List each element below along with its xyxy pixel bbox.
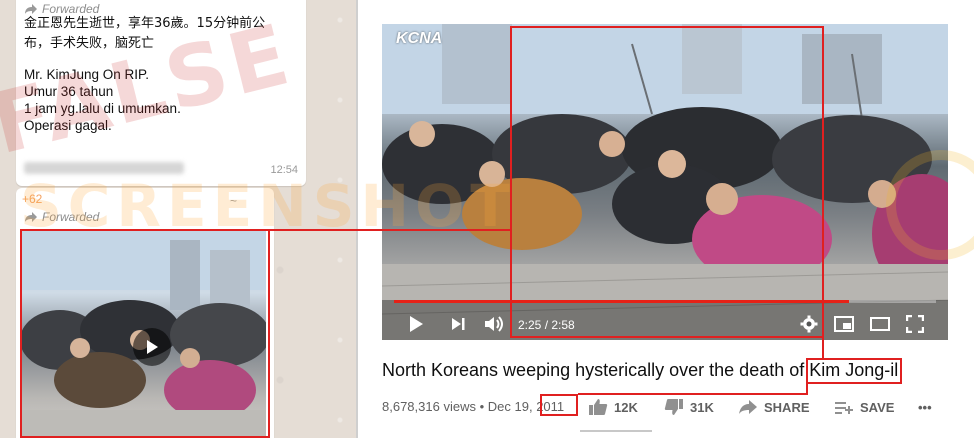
message-time: 12:54: [270, 164, 298, 176]
thumbs-down-icon: [664, 399, 683, 415]
play-button[interactable]: [408, 312, 424, 336]
time-display: 2:25 / 2:58: [518, 318, 575, 332]
forward-icon: [25, 212, 37, 222]
more-icon: •••: [918, 399, 932, 415]
volume-button[interactable]: [484, 312, 506, 336]
miniplayer-button[interactable]: [834, 312, 854, 336]
player-controls: 2:25 / 2:58: [382, 308, 948, 340]
share-icon: [739, 400, 757, 414]
progress-fill: [394, 300, 850, 303]
settings-button[interactable]: [800, 312, 818, 336]
message-line: Mr. KimJung On RIP.: [24, 67, 150, 82]
save-label: SAVE: [860, 399, 895, 415]
video-message-bubble[interactable]: +62 ~ Forwarded: [16, 188, 274, 438]
volume-icon: [485, 316, 503, 332]
save-button[interactable]: SAVE: [834, 396, 894, 418]
video-title: North Koreans weeping hysterically over …: [382, 360, 898, 381]
redacted-text: [24, 162, 184, 174]
more-actions-button[interactable]: •••: [918, 396, 932, 418]
message-line: 1 jam yg.lalu di umumkan.: [24, 101, 181, 116]
like-count: 12K: [614, 399, 638, 415]
play-button[interactable]: [133, 328, 171, 366]
share-button[interactable]: SHARE: [738, 396, 810, 418]
video-title-text: North Koreans weeping hysterically over …: [382, 360, 899, 380]
message-text: 金正恩先生逝世，享年36歲。15分钟前公 布，手术失败，脑死亡 Mr. KimJ…: [24, 14, 294, 134]
miniplayer-icon: [834, 316, 854, 332]
time-total: 2:58: [551, 318, 575, 332]
next-icon: [452, 318, 465, 330]
dislike-count: 31K: [690, 399, 714, 415]
message-bubble[interactable]: Forwarded 金正恩先生逝世，享年36歲。15分钟前公 布，手术失败，脑死…: [16, 0, 306, 186]
add-to-playlist-icon: [835, 402, 853, 414]
channel-logo: KCNA: [396, 30, 443, 47]
progress-bar[interactable]: [394, 300, 936, 303]
message-line: 金正恩先生逝世，享年36歲。15分钟前公: [24, 16, 266, 31]
time-current: 2:25: [518, 318, 542, 332]
settings-icon: [800, 315, 818, 333]
chat-panel: Forwarded 金正恩先生逝世，享年36歲。15分钟前公 布，手术失败，脑死…: [0, 0, 358, 438]
sender-wave: ~: [230, 194, 238, 208]
forwarded-label: Forwarded: [24, 210, 99, 224]
message-line: Operasi gagal.: [24, 118, 112, 133]
upload-year: 2011: [536, 399, 565, 414]
video-thumbnail[interactable]: [20, 230, 266, 438]
view-count-and-date: 8,678,316 views • Dec 19, 2011: [382, 399, 565, 414]
share-label: SHARE: [764, 399, 810, 415]
video-player[interactable]: KCNA 2:25 / 2:58: [382, 24, 948, 340]
video-meta-row: 8,678,316 views • Dec 19, 2011 12K 31K S…: [382, 396, 948, 420]
scroll-indicator: [580, 430, 652, 432]
next-button[interactable]: [450, 312, 466, 336]
youtube-panel: KCNA 2:25 / 2:58 North Koreans weeping h…: [358, 0, 974, 438]
view-count: 8,678,316 views: [382, 399, 476, 414]
play-icon: [410, 316, 423, 332]
play-icon: [147, 340, 158, 354]
theater-mode-button[interactable]: [870, 312, 890, 336]
message-line: 布，手术失败，脑死亡: [24, 36, 155, 51]
theater-icon: [870, 317, 890, 331]
dislike-button[interactable]: 31K: [664, 396, 714, 418]
thumbs-up-icon: [589, 399, 608, 415]
video-frame: [382, 24, 948, 340]
sender-number: +62: [22, 192, 43, 206]
fullscreen-icon: [906, 315, 924, 333]
message-line: Umur 36 tahun: [24, 84, 114, 99]
like-button[interactable]: 12K: [588, 396, 638, 418]
fullscreen-button[interactable]: [906, 312, 924, 336]
upload-date: Dec 19,: [487, 399, 533, 414]
